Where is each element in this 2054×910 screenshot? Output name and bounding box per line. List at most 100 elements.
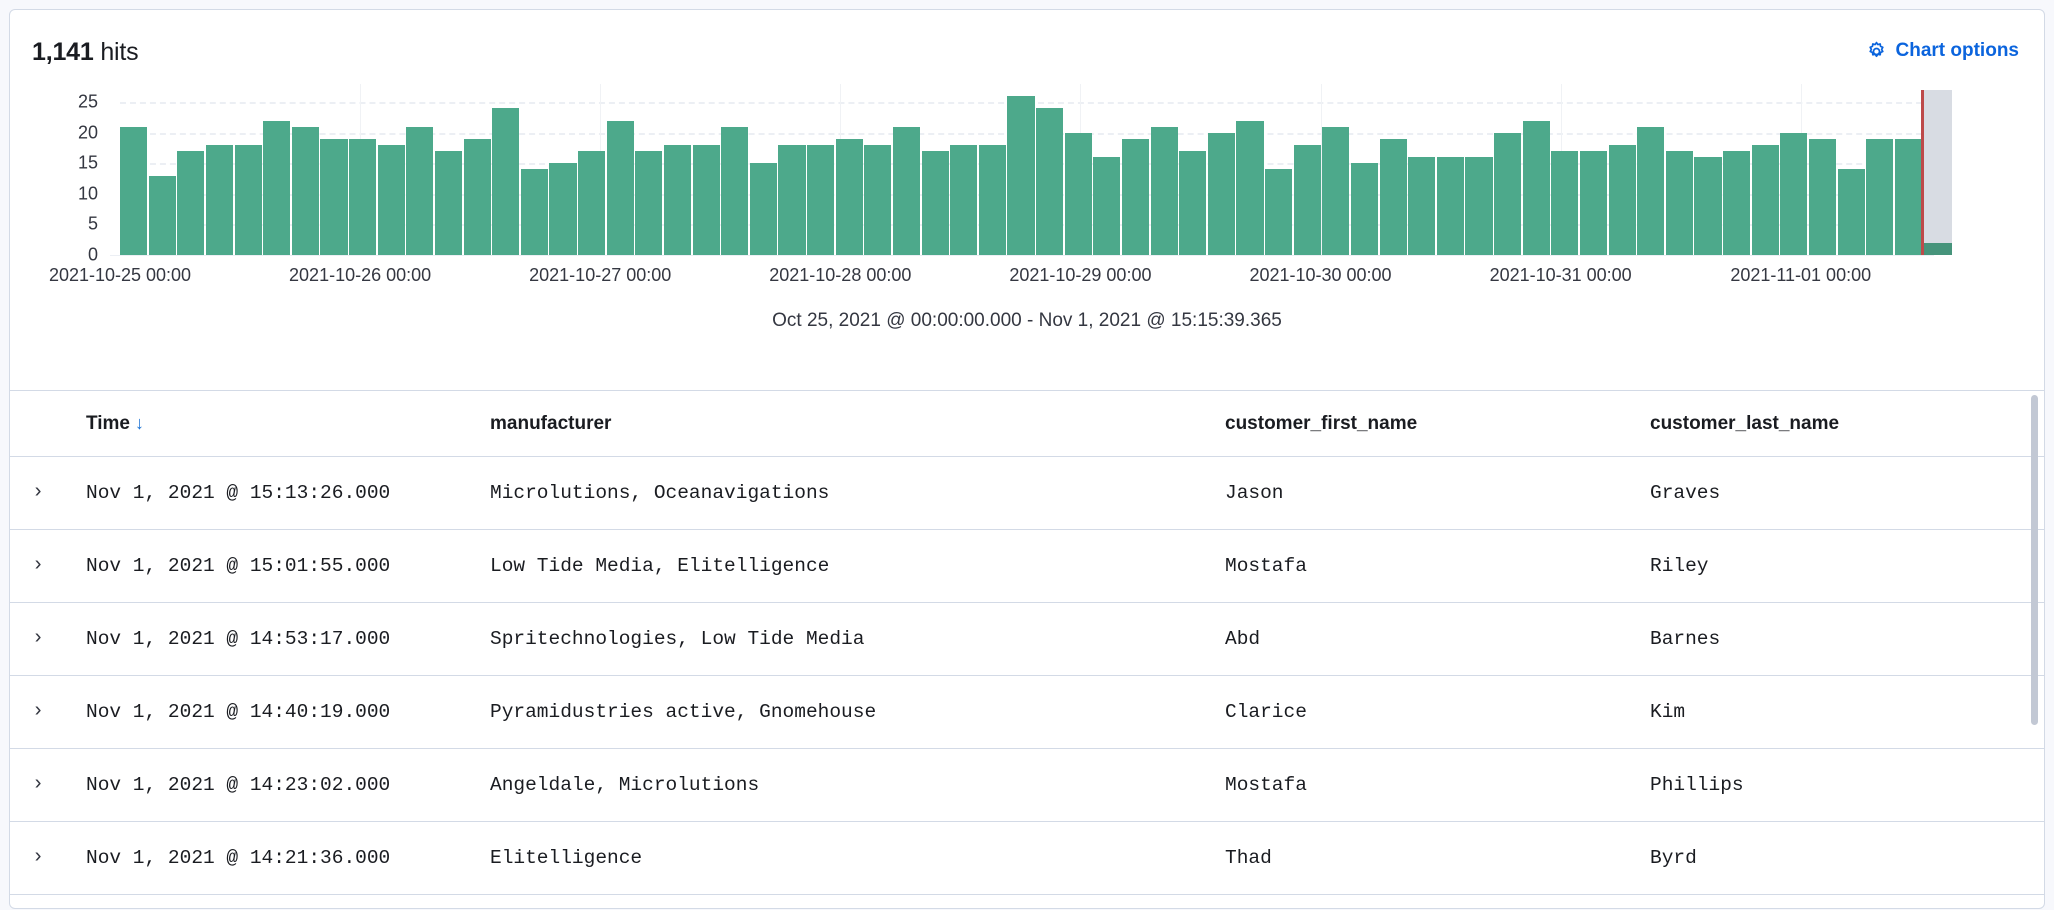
- histogram-bar[interactable]: [1093, 157, 1120, 255]
- histogram-bar[interactable]: [1780, 133, 1807, 255]
- histogram-bar[interactable]: [1637, 127, 1664, 255]
- table-row[interactable]: ›Nov 1, 2021 @ 14:53:17.000Spritechnolog…: [10, 603, 2044, 676]
- histogram-bar[interactable]: [1437, 157, 1464, 255]
- cell-manufacturer: Elitelligence: [490, 822, 1225, 895]
- histogram-bar[interactable]: [1752, 145, 1779, 255]
- histogram-bar[interactable]: [607, 121, 634, 255]
- chevron-right-icon[interactable]: ›: [32, 481, 44, 504]
- chart-options-button[interactable]: Chart options: [1866, 40, 2020, 62]
- histogram-bar[interactable]: [464, 139, 491, 255]
- histogram-bar[interactable]: [1351, 163, 1378, 255]
- chevron-right-icon[interactable]: ›: [32, 554, 44, 577]
- histogram-chart[interactable]: 2520151050 2021-10-25 00:002021-10-26 00…: [10, 82, 2044, 382]
- histogram-bar[interactable]: [836, 139, 863, 255]
- histogram-bar[interactable]: [893, 127, 920, 255]
- expand-row-cell[interactable]: ›: [10, 530, 70, 603]
- histogram-bar[interactable]: [1866, 139, 1893, 255]
- expand-row-cell[interactable]: ›: [10, 603, 70, 676]
- histogram-bar[interactable]: [1580, 151, 1607, 255]
- column-header-manufacturer[interactable]: manufacturer: [490, 391, 1225, 457]
- histogram-bar[interactable]: [320, 139, 347, 255]
- histogram-bar[interactable]: [206, 145, 233, 255]
- histogram-bar[interactable]: [807, 145, 834, 255]
- histogram-bar[interactable]: [693, 145, 720, 255]
- x-axis-tick: 2021-10-29 00:00: [1009, 265, 1151, 286]
- expand-column-header: [10, 391, 70, 457]
- histogram-bar[interactable]: [1380, 139, 1407, 255]
- y-axis-tick: 15: [78, 153, 98, 174]
- histogram-bar[interactable]: [1465, 157, 1492, 255]
- histogram-bar[interactable]: [1494, 133, 1521, 255]
- histogram-bar[interactable]: [1523, 121, 1550, 255]
- column-header-customer-first-name[interactable]: customer_first_name: [1225, 391, 1650, 457]
- histogram-bar[interactable]: [1551, 151, 1578, 255]
- histogram-bar[interactable]: [378, 145, 405, 255]
- chevron-right-icon[interactable]: ›: [32, 773, 44, 796]
- table-vertical-scrollbar[interactable]: [2031, 395, 2038, 725]
- expand-row-cell[interactable]: ›: [10, 822, 70, 895]
- histogram-bar[interactable]: [664, 145, 691, 255]
- histogram-bar[interactable]: [1895, 139, 1922, 255]
- histogram-bar[interactable]: [578, 151, 605, 255]
- histogram-bar[interactable]: [1151, 127, 1178, 255]
- histogram-bar[interactable]: [1122, 139, 1149, 255]
- histogram-bar[interactable]: [1609, 145, 1636, 255]
- histogram-bar[interactable]: [922, 151, 949, 255]
- expand-row-cell[interactable]: ›: [10, 749, 70, 822]
- expand-row-cell[interactable]: ›: [10, 676, 70, 749]
- table-row[interactable]: ›Nov 1, 2021 @ 14:21:36.000Elitelligence…: [10, 822, 2044, 895]
- chevron-right-icon[interactable]: ›: [32, 627, 44, 650]
- cell-customer-first-name: Jason: [1225, 457, 1650, 530]
- histogram-bar[interactable]: [149, 176, 176, 255]
- table-row[interactable]: ›Nov 1, 2021 @ 15:13:26.000Microlutions,…: [10, 457, 2044, 530]
- cell-manufacturer: Angeldale, Microlutions: [490, 749, 1225, 822]
- table-row[interactable]: ›Nov 1, 2021 @ 15:01:55.000Low Tide Medi…: [10, 530, 2044, 603]
- histogram-bar[interactable]: [979, 145, 1006, 255]
- histogram-bar[interactable]: [349, 139, 376, 255]
- chart-bars[interactable]: [120, 90, 1952, 255]
- histogram-bar[interactable]: [635, 151, 662, 255]
- histogram-bar[interactable]: [1265, 169, 1292, 255]
- histogram-bar[interactable]: [1065, 133, 1092, 255]
- histogram-bar[interactable]: [1723, 151, 1750, 255]
- hits-label: hits: [100, 38, 138, 66]
- histogram-bar[interactable]: [1838, 169, 1865, 255]
- column-header-customer-last-name[interactable]: customer_last_name: [1650, 391, 2044, 457]
- histogram-bar[interactable]: [1007, 96, 1034, 255]
- histogram-bar[interactable]: [1809, 139, 1836, 255]
- expand-row-cell[interactable]: ›: [10, 457, 70, 530]
- table-row[interactable]: ›Nov 1, 2021 @ 14:40:19.000Pyramidustrie…: [10, 676, 2044, 749]
- histogram-bar[interactable]: [778, 145, 805, 255]
- histogram-bar[interactable]: [521, 169, 548, 255]
- histogram-bar[interactable]: [549, 163, 576, 255]
- histogram-bar[interactable]: [1408, 157, 1435, 255]
- histogram-bar[interactable]: [435, 151, 462, 255]
- table-row[interactable]: ›Nov 1, 2021 @ 14:23:02.000Angeldale, Mi…: [10, 749, 2044, 822]
- histogram-bar[interactable]: [1208, 133, 1235, 255]
- sort-descending-icon[interactable]: ↓: [135, 413, 144, 433]
- histogram-bar[interactable]: [292, 127, 319, 255]
- histogram-bar[interactable]: [235, 145, 262, 255]
- histogram-bar[interactable]: [950, 145, 977, 255]
- histogram-bar[interactable]: [1294, 145, 1321, 255]
- chevron-right-icon[interactable]: ›: [32, 700, 44, 723]
- histogram-bar[interactable]: [492, 108, 519, 255]
- chevron-right-icon[interactable]: ›: [32, 846, 44, 869]
- histogram-bar[interactable]: [120, 127, 147, 255]
- histogram-bar[interactable]: [750, 163, 777, 255]
- cell-time: Nov 1, 2021 @ 14:40:19.000: [70, 676, 490, 749]
- histogram-bar[interactable]: [263, 121, 290, 255]
- histogram-bar[interactable]: [1694, 157, 1721, 255]
- histogram-bar[interactable]: [721, 127, 748, 255]
- histogram-bar[interactable]: [406, 127, 433, 255]
- cell-customer-first-name: Abd: [1225, 603, 1650, 676]
- histogram-bar[interactable]: [1666, 151, 1693, 255]
- histogram-bar[interactable]: [1036, 108, 1063, 255]
- histogram-bar[interactable]: [177, 151, 204, 255]
- histogram-bar[interactable]: [1179, 151, 1206, 255]
- histogram-bar[interactable]: [1236, 121, 1263, 255]
- column-header-time[interactable]: Time↓: [70, 391, 490, 457]
- histogram-bar[interactable]: [1322, 127, 1349, 255]
- histogram-bar[interactable]: [864, 145, 891, 255]
- chart-plot-area[interactable]: [120, 90, 1952, 255]
